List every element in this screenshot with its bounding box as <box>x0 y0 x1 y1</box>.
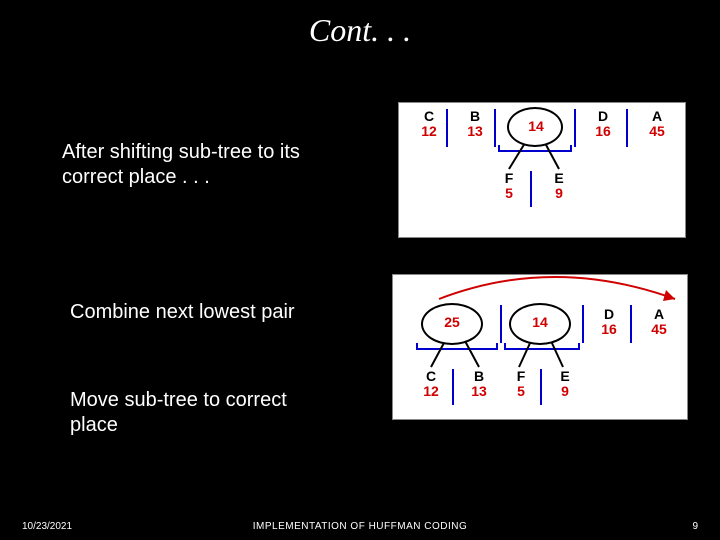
node-E: E9 <box>545 171 573 202</box>
node-25: 25 <box>433 315 471 330</box>
diagram-2: 25 14 D16 A45 C12 B13 F5 E9 <box>392 274 688 420</box>
node-Db: D16 <box>595 307 623 338</box>
node-D: D16 <box>589 109 617 140</box>
caption-1: After shifting sub-tree to its correct p… <box>62 140 332 190</box>
caption-2: Combine next lowest pair <box>70 300 340 325</box>
node-F: F5 <box>495 171 523 202</box>
node-B: B13 <box>461 109 489 140</box>
node-14: 14 <box>517 119 555 134</box>
footer-title: IMPLEMENTATION OF HUFFMAN CODING <box>0 521 720 532</box>
node-Cb: C12 <box>417 369 445 400</box>
node-A: A45 <box>643 109 671 140</box>
slide-content: After shifting sub-tree to its correct p… <box>0 60 720 510</box>
node-C: C12 <box>415 109 443 140</box>
slide-title: Cont. . . <box>0 0 720 53</box>
node-Ab: A45 <box>645 307 673 338</box>
node-Eb: E9 <box>551 369 579 400</box>
node-Fb: F5 <box>507 369 535 400</box>
footer-page: 9 <box>692 521 698 532</box>
node-Bb: B13 <box>465 369 493 400</box>
diagram-1: C12 B13 14 D16 A45 F5 E9 <box>398 102 686 238</box>
node-14b: 14 <box>521 315 559 330</box>
caption-3: Move sub-tree to correct place <box>70 388 340 438</box>
